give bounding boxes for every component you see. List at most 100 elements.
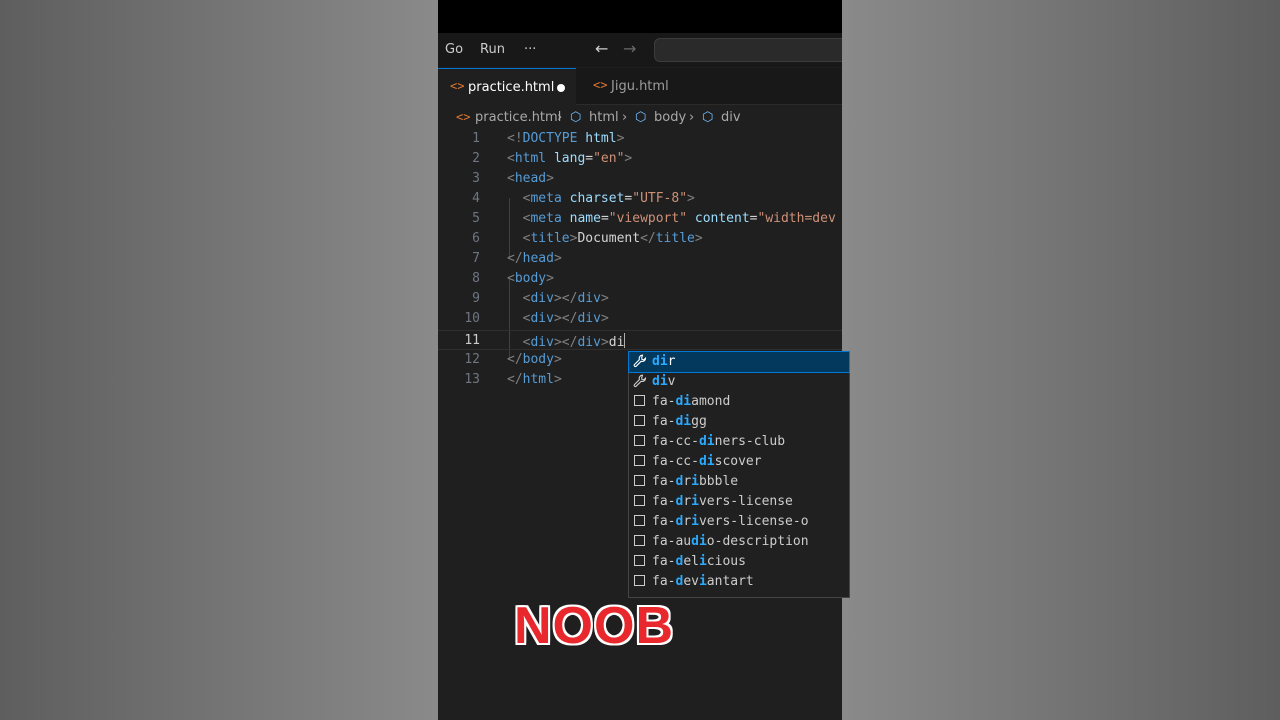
code-line[interactable]: 3 <head> [438,169,842,189]
suggestion-label: fa-drivers-license-o [652,514,809,529]
suggestion-label: fa-audio-description [652,534,809,549]
suggestion-label: fa-diamond [652,394,731,409]
suggestion-label: div [652,374,676,389]
line-content: <head> [507,171,554,186]
breadcrumb-html[interactable]: html [589,110,619,125]
suggestion-item[interactable]: fa-digg [629,412,849,432]
snippet-box-icon [634,515,645,526]
video-caption: NOOB [514,597,674,655]
suggestion-item[interactable]: fa-cc-discover [629,452,849,472]
code-line[interactable]: 1 <!DOCTYPE html> [438,129,842,149]
suggestion-label: fa-drivers-license [652,494,793,509]
suggestion-label: fa-cc-diners-club [652,434,786,449]
breadcrumb-file[interactable]: practice.html [475,110,561,125]
tab-label: practice.html [468,80,555,95]
tab-jigu-html[interactable]: <> Jigu.html [577,68,703,104]
suggestion-label: fa-delicious [652,554,746,569]
snippet-box-icon [634,495,645,506]
line-number: 13 [464,372,480,387]
line-number: 1 [472,131,480,146]
line-number: 5 [472,211,480,226]
menu-more[interactable]: ··· [524,42,536,57]
suggestion-item[interactable]: fa-drivers-license-o [629,512,849,532]
command-center-search[interactable] [654,38,842,62]
line-number: 8 [472,271,480,286]
line-content: </body> [507,352,562,367]
snippet-box-icon [634,555,645,566]
suggestion-label: fa-digg [652,414,707,429]
autocomplete-suggestions: dir div fa-diamond fa-digg fa-cc-diners-… [628,351,850,598]
line-number: 3 [472,171,480,186]
arrow-right-icon[interactable]: → [623,39,636,58]
line-number: 6 [472,231,480,246]
breadcrumb-div[interactable]: div [721,110,741,125]
chevron-right-icon: › [689,110,695,125]
tab-label: Jigu.html [611,79,669,94]
code-line[interactable]: 5 <meta name="viewport" content="width=d… [438,209,842,229]
breadcrumb-body[interactable]: body [654,110,686,125]
suggestion-item[interactable]: fa-delicious [629,552,849,572]
snippet-box-icon [634,455,645,466]
line-number: 4 [472,191,480,206]
line-content: <div></div> [522,291,609,306]
suggestion-label: fa-cc-discover [652,454,762,469]
element-cube-icon: ⬡ [570,110,582,125]
line-content: <!DOCTYPE html> [507,131,625,146]
code-line[interactable]: 10 <div></div> [438,309,842,329]
code-line[interactable]: 6 <title>Document</title> [438,229,842,249]
suggestion-label: fa-dribbble [652,474,739,489]
arrow-left-icon[interactable]: ← [595,39,608,58]
suggestion-label: dir [652,354,676,369]
suggestion-label: fa-deviantart [652,574,754,589]
video-blur-right [842,0,1280,720]
element-cube-icon: ⬡ [635,110,647,125]
code-line[interactable]: 2 <html lang="en"> [438,149,842,169]
line-content: </html> [507,372,562,387]
snippet-box-icon [634,435,645,446]
chevron-right-icon: › [557,110,563,125]
code-line[interactable]: 8 <body> [438,269,842,289]
text-cursor [624,333,626,348]
line-number: 7 [472,251,480,266]
current-code-line[interactable]: 11 <div></div>di [438,330,842,350]
line-content: <div></div> [522,311,609,326]
wrench-icon [633,354,647,368]
menu-bar: Go Run ··· ← → [438,33,842,67]
element-cube-icon: ⬡ [702,110,714,125]
suggestion-item[interactable]: fa-audio-description [629,532,849,552]
snippet-box-icon [634,415,645,426]
line-content: <html lang="en"> [507,151,633,166]
line-content: <meta charset="UTF-8"> [522,191,695,206]
video-blur-left [0,0,438,720]
unsaved-dot-icon[interactable] [557,84,565,92]
snippet-box-icon [634,575,645,586]
breadcrumb: <> practice.html › ⬡ html › ⬡ body › ⬡ d… [438,107,842,129]
suggestion-item[interactable]: fa-drivers-license [629,492,849,512]
line-number: 9 [472,291,480,306]
suggestion-item[interactable]: fa-diamond [629,392,849,412]
wrench-icon [633,374,647,388]
line-number: 2 [472,151,480,166]
tab-bar: <> practice.html <> Jigu.html [438,68,842,105]
suggestion-item[interactable]: fa-cc-diners-club [629,432,849,452]
line-number: 12 [464,352,480,367]
html-file-icon: <> [450,79,465,93]
menu-run[interactable]: Run [480,42,505,57]
line-content: </head> [507,251,562,266]
top-letterbox [438,0,842,33]
html-file-icon: <> [593,78,608,92]
line-content: <title>Document</title> [522,231,703,246]
suggestion-item-dir[interactable]: dir [628,351,850,373]
html-file-icon: <> [456,110,471,124]
suggestion-item[interactable]: fa-dribbble [629,472,849,492]
snippet-box-icon [634,535,645,546]
snippet-box-icon [634,475,645,486]
tab-practice-html[interactable]: <> practice.html [438,68,576,105]
line-content: <div></div>di [522,333,626,350]
menu-go[interactable]: Go [445,42,463,57]
code-line[interactable]: 4 <meta charset="UTF-8"> [438,189,842,209]
suggestion-item-div[interactable]: div [629,372,849,392]
suggestion-item[interactable]: fa-deviantart [629,572,849,592]
code-line[interactable]: 7 </head> [438,249,842,269]
code-line[interactable]: 9 <div></div> [438,289,842,309]
